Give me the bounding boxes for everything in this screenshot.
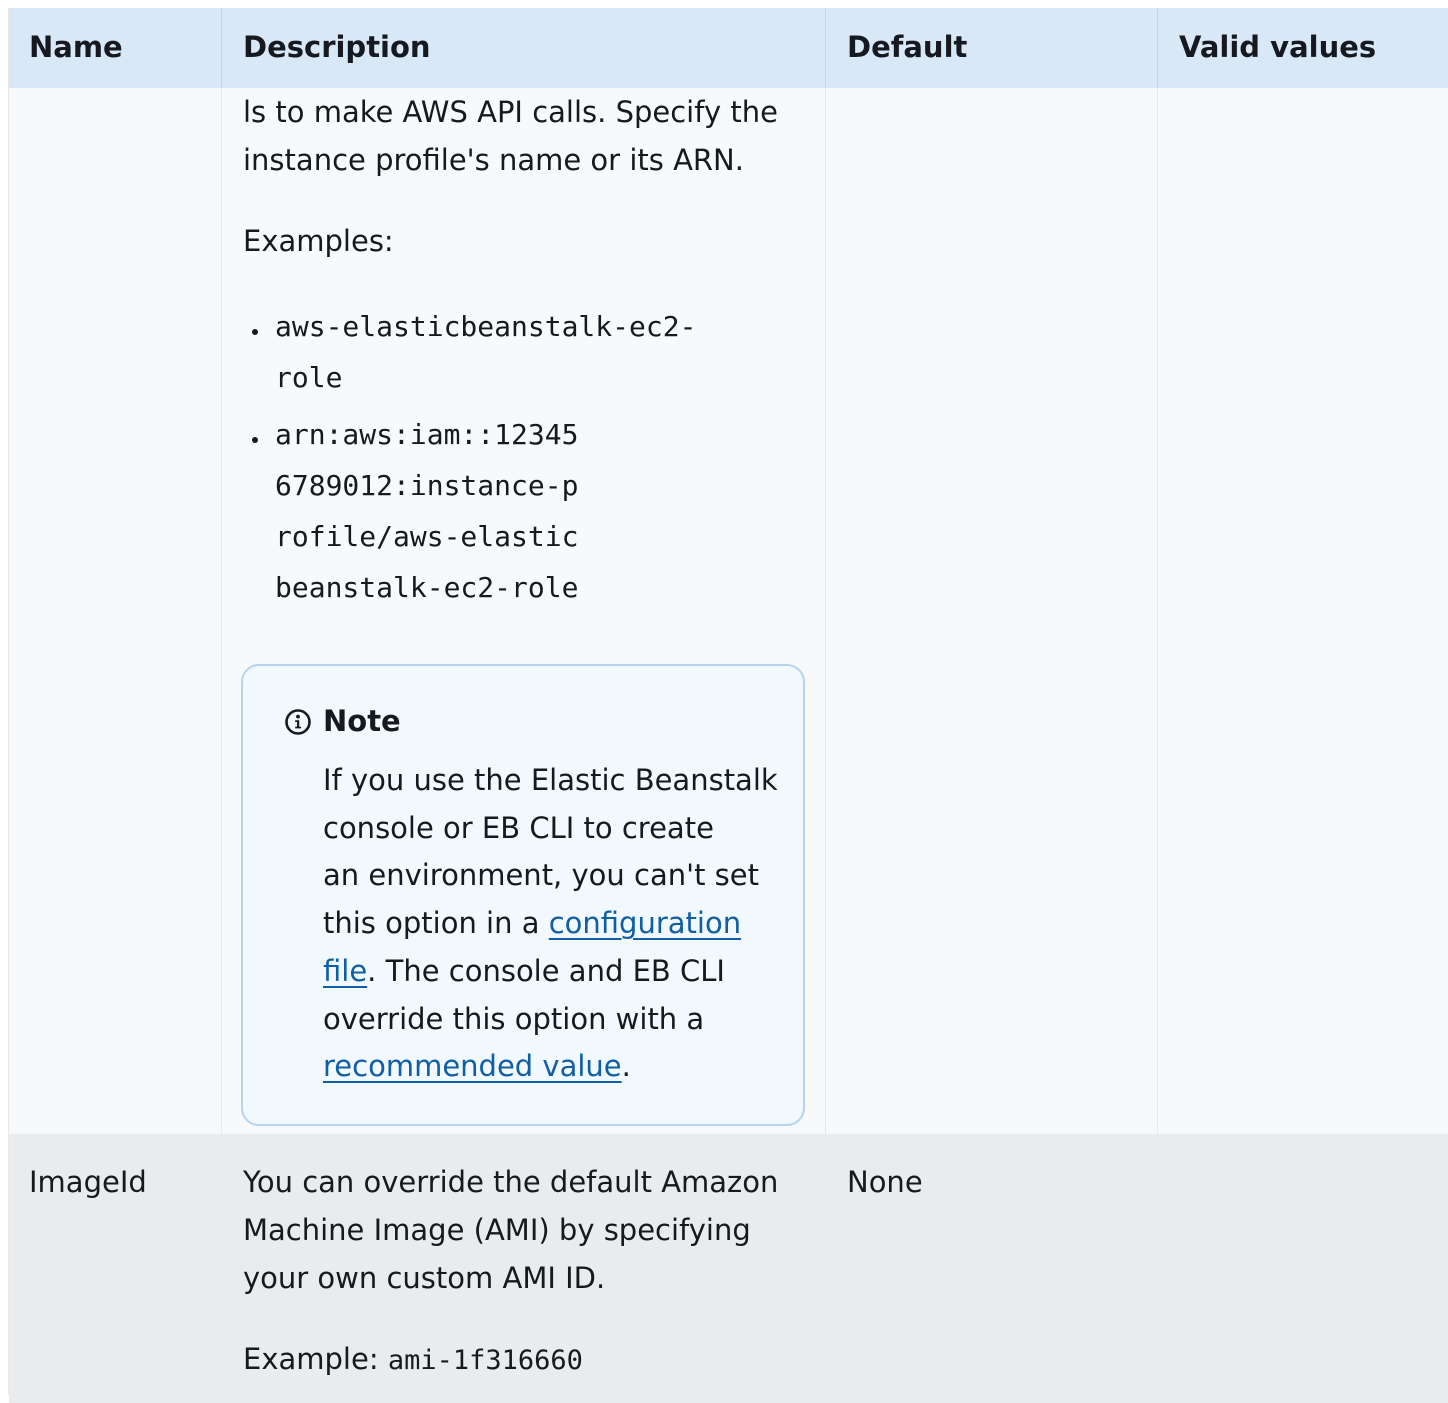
configuration-file-link[interactable]: file [323,954,367,988]
note-text-line: file. The console and EB CLI [323,947,725,995]
column-header-valid-values: Valid values [1179,30,1377,64]
header-divider [221,8,222,88]
option-name: ImageId [29,1165,147,1199]
column-header-default: Default [847,30,968,64]
note-title: Note [323,704,401,738]
recommended-value-link[interactable]: recommended value [323,1049,622,1083]
table-header: Name Description Default Valid values [9,8,1448,88]
example-label: Example: [243,1342,388,1376]
example-code: beanstalk-ec2-role [275,571,579,604]
example-code: 6789012:instance-p [275,469,579,502]
bullet [252,437,258,443]
header-divider [1157,8,1158,88]
example-code: role [275,361,343,394]
description-text: Machine Image (AMI) by specifying [243,1213,751,1247]
note-text: . The console and EB CLI [367,954,725,988]
example-line: Example: ami-1f316660 [243,1335,583,1385]
default-value: None [847,1165,923,1199]
configuration-file-link[interactable]: configuration [549,906,741,940]
options-table: Name Description Default Valid values ls… [8,8,1448,1403]
description-text: ls to make AWS API calls. Specify the [243,95,778,129]
example-code: rofile/aws-elastic [275,520,579,553]
column-divider [825,88,826,1395]
description-text: You can override the default Amazon [243,1165,779,1199]
column-header-name: Name [29,30,123,64]
note-text: . [621,1049,631,1083]
column-divider [221,88,222,1395]
header-divider [825,8,826,88]
note-text: console or EB CLI to create [323,811,714,845]
description-text: instance profile's name or its ARN. [243,143,744,177]
examples-label: Examples: [243,224,394,258]
bullet [252,329,258,335]
note-text: If you use the Elastic Beanstalk [323,763,778,797]
example-code: aws-elasticbeanstalk-ec2- [275,310,697,343]
column-header-description: Description [243,30,431,64]
description-text: your own custom AMI ID. [243,1261,606,1295]
example-code: ami-1f316660 [387,1345,583,1376]
note-text: an environment, you can't set [323,858,759,892]
info-icon [285,709,311,735]
note-text-line: recommended value. [323,1042,631,1090]
note-text: override this option with a [323,1002,705,1036]
note-text-line: this option in a configuration [323,899,741,947]
note-text: this option in a [323,906,549,940]
column-divider [1157,88,1158,1395]
example-code: arn:aws:iam::12345 [275,418,579,451]
